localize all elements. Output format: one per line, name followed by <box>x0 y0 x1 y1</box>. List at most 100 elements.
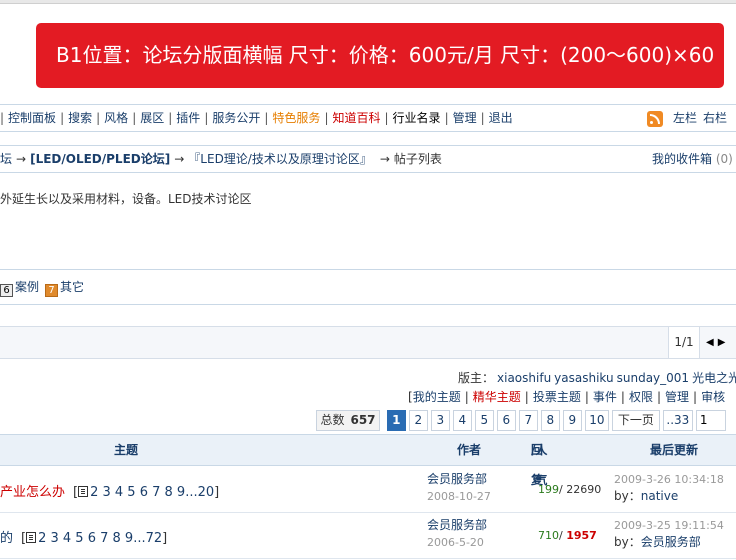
menu-item[interactable]: 搜索 <box>68 111 92 125</box>
category-bar: 6 案例 7 其它 <box>0 269 736 305</box>
menu-separator: | <box>0 111 5 125</box>
page-number[interactable]: 10 <box>584 410 609 431</box>
ad-banner[interactable]: B1位置：论坛分版面横幅 尺寸：价格：600元/月 尺寸：(200～600)×6… <box>36 23 724 88</box>
menu-item[interactable]: 插件 <box>176 111 200 125</box>
page-number[interactable]: 8 <box>540 410 560 431</box>
menu-item[interactable]: 行业名录 <box>393 111 441 125</box>
topic-page-links[interactable]: 2 3 4 5 6 7 8 9...20 <box>90 485 214 500</box>
author-cell: 会员服务部 2006-5-20 <box>427 517 487 551</box>
goto-page-input[interactable]: 1 <box>695 410 726 431</box>
menu-item[interactable]: 控制面板 <box>8 111 56 125</box>
menu-item[interactable]: 退出 <box>489 111 513 125</box>
menu-item[interactable]: 风格 <box>104 111 128 125</box>
breadcrumb-bar: 坛 → [LED/OLED/PLED论坛] → 『LED理论/技术以及原理讨论区』 → 帖子… <box>0 145 736 173</box>
page-number[interactable]: 1 <box>386 410 406 431</box>
category-label: 案例 <box>15 280 40 294</box>
stats-cell: 199/ 22690 <box>538 483 601 496</box>
topic-title-link[interactable]: 的 <box>0 531 13 546</box>
layout-left-link[interactable]: 左栏 <box>673 111 697 125</box>
menu-item[interactable]: 知道百科 <box>332 111 380 125</box>
breadcrumb-board[interactable]: 『LED理论/技术以及原理讨论区』 <box>188 152 372 166</box>
view-count: 22690 <box>566 483 602 496</box>
page-indicator: 1/1 <box>668 327 700 358</box>
events-link[interactable]: 事件 <box>593 390 617 404</box>
moderators: 版主： xiaoshifu yasashiku sunday_001 光电之光 <box>458 369 736 386</box>
page-nav: ◀ ▶ <box>702 327 736 358</box>
menu-item[interactable]: 展区 <box>140 111 164 125</box>
post-date: 2008-10-27 <box>427 490 491 503</box>
menu-separator: | <box>324 111 329 125</box>
topic-title-link[interactable]: 产业怎么办 <box>0 485 65 500</box>
menu-item[interactable]: 服务公开 <box>212 111 260 125</box>
layout-right-link[interactable]: 右栏 <box>703 111 727 125</box>
last-by-label: by： <box>614 489 641 503</box>
last-page-button[interactable]: ..33 <box>662 410 693 431</box>
top-pager-bar: 1/1 ◀ ▶ <box>0 326 736 359</box>
pages-bracket: ] <box>214 485 220 500</box>
menu-separator: | <box>444 111 449 125</box>
table-row: 的[2 3 4 5 6 7 8 9...72] 会员服务部 2006-5-20 710… <box>0 513 736 559</box>
permissions-link[interactable]: 权限 <box>629 390 653 404</box>
rss-icon[interactable] <box>647 111 663 127</box>
page-number[interactable]: 6 <box>496 410 516 431</box>
page-number[interactable]: 5 <box>474 410 494 431</box>
moderator-link[interactable]: yasashiku <box>554 371 613 385</box>
poll-topics-link[interactable]: 投票主题 <box>533 390 581 404</box>
page-number[interactable]: 9 <box>562 410 582 431</box>
multipage-icon <box>78 486 89 497</box>
stats-cell: 710/ 1957 <box>538 529 597 542</box>
menu-item[interactable]: 特色服务 <box>272 111 320 125</box>
page-number[interactable]: 4 <box>452 410 472 431</box>
col-title: 主题 <box>114 443 139 457</box>
review-link[interactable]: 审核 <box>701 390 725 404</box>
col-author: 作者 <box>457 443 482 457</box>
prev-page-icon[interactable]: ◀ <box>706 337 714 348</box>
menu-item[interactable]: 管理 <box>453 111 477 125</box>
pagination: 总数 657 1 2 3 4 5 6 7 8 9 10 下一页 ..33 1 <box>316 410 729 431</box>
last-user-link[interactable]: native <box>641 489 678 503</box>
pages-bracket: ] <box>162 531 168 546</box>
author-cell: 会员服务部 2008-10-27 <box>427 471 491 505</box>
layout-switch: 左栏 右栏 <box>673 105 733 131</box>
menu-separator: | <box>132 111 137 125</box>
next-page-icon[interactable]: ▶ <box>718 337 726 348</box>
topic-page-links[interactable]: 2 3 4 5 6 7 8 9...72 <box>38 531 162 546</box>
author-link[interactable]: 会员服务部 <box>427 517 487 534</box>
post-date: 2006-5-20 <box>427 536 484 549</box>
digest-topics-link[interactable]: 精华主题 <box>473 390 521 404</box>
manage-link[interactable]: 管理 <box>665 390 689 404</box>
moderator-link[interactable]: sunday_001 <box>617 371 689 385</box>
category-badge: 6 <box>0 284 13 297</box>
reply-count: 199 <box>538 483 559 496</box>
moderator-link[interactable]: xiaoshifu <box>497 371 551 385</box>
category-case[interactable]: 6 案例 <box>0 270 45 304</box>
inbox-link[interactable]: 我的收件箱 (0) <box>652 146 733 172</box>
author-link[interactable]: 会员服务部 <box>427 471 491 488</box>
top-border <box>0 0 736 4</box>
total-value: 657 <box>350 413 376 427</box>
col-last-update: 最后更新 <box>650 443 699 457</box>
menu-separator: | <box>204 111 209 125</box>
topic-title-cell: 的[2 3 4 5 6 7 8 9...72] <box>0 527 167 546</box>
category-other[interactable]: 7 其它 <box>45 270 90 304</box>
category-label: 其它 <box>60 280 85 294</box>
last-update-cell: 2009-3-25 19:11:54 by：会员服务部 <box>614 517 724 551</box>
page-number[interactable]: 7 <box>518 410 538 431</box>
my-topics-link[interactable]: 我的主题 <box>413 390 461 404</box>
inbox-count: (0) <box>715 152 733 166</box>
table-row: 产业怎么办[2 3 4 5 6 7 8 9...20] 会员服务部 2008-10-… <box>0 467 736 513</box>
menu-separator: | <box>168 111 173 125</box>
next-page-button[interactable]: 下一页 <box>611 410 660 431</box>
page-number[interactable]: 3 <box>430 410 450 431</box>
menu-separator: | <box>264 111 269 125</box>
moderator-link[interactable]: 光电之光 <box>692 371 736 385</box>
last-update-time: 2009-3-26 10:34:18 <box>614 473 724 486</box>
view-count: 1957 <box>566 529 597 542</box>
breadcrumb-root[interactable]: 坛 <box>0 152 12 166</box>
page-number[interactable]: 2 <box>408 410 428 431</box>
menu-separator: | <box>384 111 389 125</box>
last-by-label: by： <box>614 535 641 549</box>
forum-page: B1位置：论坛分版面横幅 尺寸：价格：600元/月 尺寸：(200～600)×6… <box>0 0 736 560</box>
last-user-link[interactable]: 会员服务部 <box>641 535 701 549</box>
breadcrumb-forum[interactable]: [LED/OLED/PLED论坛] <box>30 152 170 166</box>
